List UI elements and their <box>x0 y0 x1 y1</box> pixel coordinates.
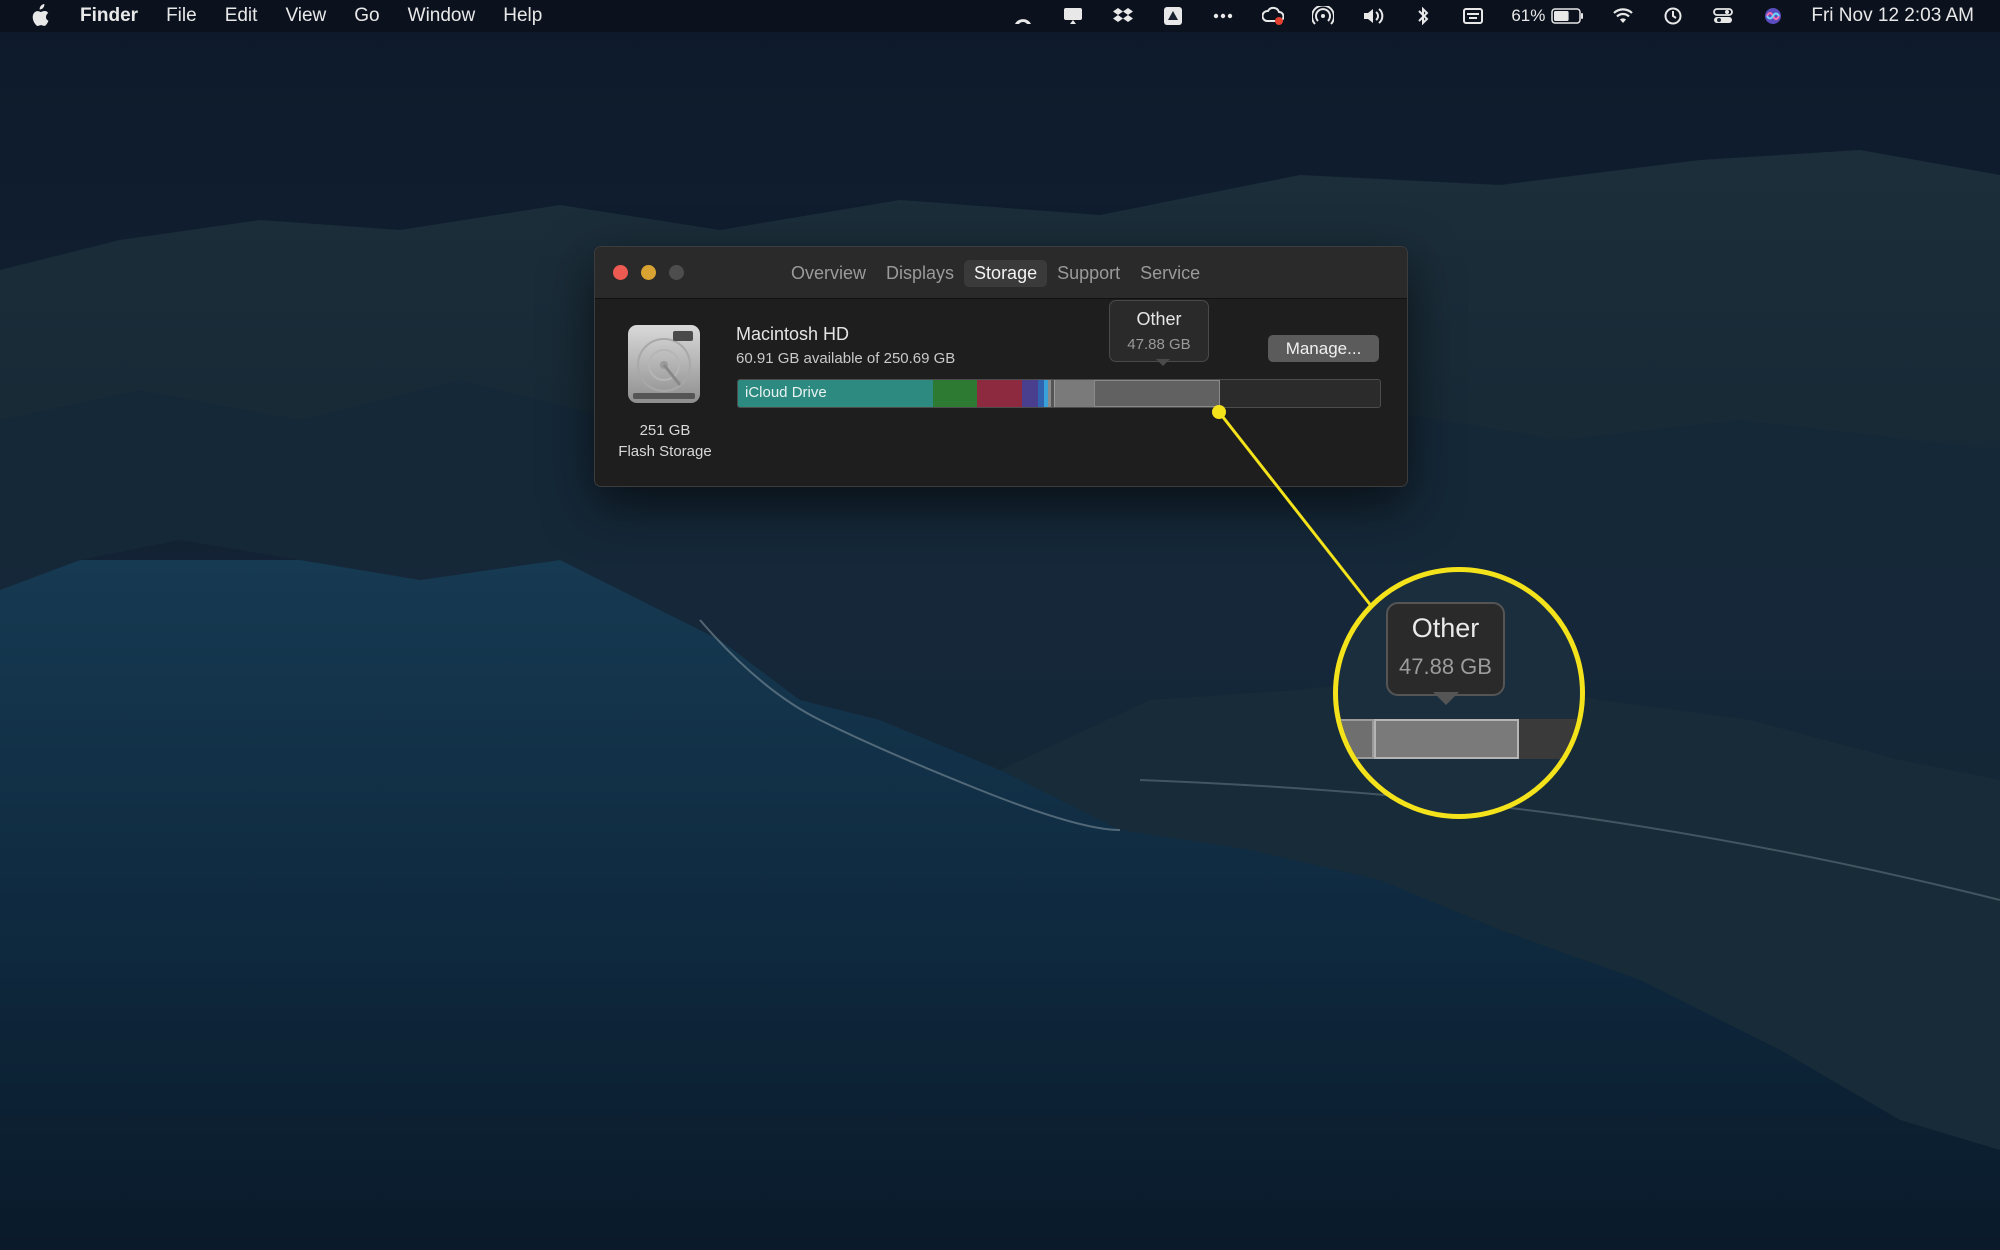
airdrop-icon[interactable] <box>1311 5 1335 27</box>
menu-bar: Finder File Edit View Go Window Help 61%… <box>0 0 2000 32</box>
tooltip-title: Other <box>1136 309 1182 329</box>
volume-icon[interactable] <box>1361 5 1385 27</box>
zoom-bar-segment-system <box>1338 719 1374 759</box>
zoom-button-disabled <box>669 265 684 280</box>
wifi-icon[interactable] <box>1611 5 1635 27</box>
storage-segment-free <box>1220 380 1380 407</box>
drive-icon[interactable] <box>1161 5 1185 27</box>
menu-file[interactable]: File <box>166 5 197 27</box>
tab-overview[interactable]: Overview <box>781 260 876 287</box>
close-button[interactable] <box>613 265 628 280</box>
control-center-icon[interactable] <box>1711 5 1735 27</box>
airplay-arc-icon[interactable] <box>1011 5 1035 27</box>
menu-window[interactable]: Window <box>408 5 476 27</box>
battery-icon[interactable] <box>1551 5 1585 27</box>
tab-storage[interactable]: Storage <box>964 260 1048 287</box>
storage-segment-photos[interactable] <box>1022 380 1038 407</box>
menu-view[interactable]: View <box>285 5 326 27</box>
menu-app-finder[interactable]: Finder <box>80 5 138 27</box>
volume-available: 60.91 GB available of 250.69 GB <box>736 350 956 367</box>
time-machine-icon[interactable] <box>1661 5 1685 27</box>
tab-displays[interactable]: Displays <box>876 260 964 287</box>
storage-segment-applications[interactable] <box>933 380 977 407</box>
zoom-bar-segment-other <box>1374 719 1519 759</box>
tooltip-pointer <box>1156 359 1170 366</box>
zoom-tooltip: Other 47.88 GB <box>1386 602 1505 696</box>
minimize-button[interactable] <box>641 265 656 280</box>
apple-logo-icon[interactable] <box>28 4 50 28</box>
siri-icon[interactable] <box>1761 5 1785 27</box>
about-this-mac-window: Overview Displays Storage Support Servic… <box>594 246 1408 487</box>
creative-cloud-icon[interactable] <box>1261 5 1285 27</box>
tab-bar: Overview Displays Storage Support Servic… <box>781 260 1210 287</box>
battery-percentage: 61% <box>1511 6 1546 25</box>
menu-go[interactable]: Go <box>354 5 379 27</box>
storage-segment-documents[interactable] <box>977 380 1022 407</box>
storage-tooltip: Other 47.88 GB <box>1109 300 1209 362</box>
storage-segment-other[interactable] <box>1094 380 1220 407</box>
zoom-tooltip-value: 47.88 GB <box>1399 654 1492 679</box>
zoom-bar-segment-free <box>1519 719 1580 759</box>
hard-drive-icon <box>628 325 700 403</box>
tab-support[interactable]: Support <box>1047 260 1130 287</box>
storage-segment-icloud[interactable]: iCloud Drive <box>738 380 933 407</box>
dropbox-icon[interactable] <box>1111 5 1135 27</box>
storage-usage-bar[interactable]: iCloud Drive <box>737 379 1381 408</box>
more-dots-icon[interactable] <box>1211 5 1235 27</box>
disk-type: Flash Storage <box>618 443 712 460</box>
menu-help[interactable]: Help <box>503 5 542 27</box>
desktop-wallpaper <box>0 0 2000 1250</box>
manage-button[interactable]: Manage... <box>1268 335 1379 362</box>
disk-capacity: 251 GB <box>639 422 691 439</box>
storage-segment-label: iCloud Drive <box>745 384 827 401</box>
menu-edit[interactable]: Edit <box>225 5 258 27</box>
tab-service[interactable]: Service <box>1130 260 1210 287</box>
tooltip-value: 47.88 GB <box>1127 336 1191 353</box>
menubar-clock[interactable]: Fri Nov 12 2:03 AM <box>1811 5 1974 27</box>
keyboard-icon[interactable] <box>1461 5 1485 27</box>
zoom-callout-circle: Other 47.88 GB <box>1333 567 1585 819</box>
bluetooth-icon[interactable] <box>1411 5 1435 27</box>
zoom-tooltip-pointer <box>1433 692 1459 705</box>
volume-name: Macintosh HD <box>736 324 850 344</box>
window-titlebar[interactable]: Overview Displays Storage Support Servic… <box>595 247 1407 299</box>
storage-segment-system[interactable] <box>1054 380 1094 407</box>
display-icon[interactable] <box>1061 5 1085 27</box>
zoom-tooltip-title: Other <box>1411 613 1480 643</box>
